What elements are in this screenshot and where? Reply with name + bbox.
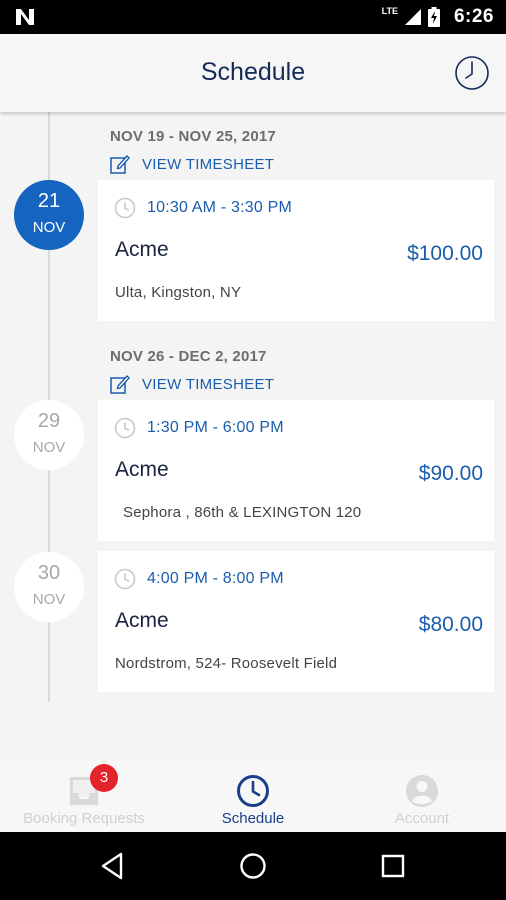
nav-booking-requests[interactable]: 3 Booking Requests xyxy=(0,760,168,832)
shift-amount: $80.00 xyxy=(418,613,483,636)
account-icon xyxy=(406,775,438,807)
clock-icon xyxy=(114,568,136,590)
page-title: Schedule xyxy=(200,58,306,86)
back-icon[interactable] xyxy=(97,850,129,882)
shift-location: Sephora , 86th & LEXINGTON 120 xyxy=(123,504,362,521)
shift-card[interactable]: 1:30 PM - 6:00 PM Acme $90.00 Sephora , … xyxy=(98,400,494,541)
schedule-list[interactable]: NOV 19 - NOV 25, 2017 VIEW TIMESHEET 21 … xyxy=(0,112,506,760)
nav-label: Schedule xyxy=(221,810,285,827)
date-day: 30 xyxy=(37,562,61,584)
recents-icon[interactable] xyxy=(377,850,409,882)
bottom-nav: 3 Booking Requests Schedule Account xyxy=(0,760,506,832)
shift-amount: $100.00 xyxy=(407,242,483,265)
date-month: NOV xyxy=(32,439,66,456)
clock-icon xyxy=(114,417,136,439)
app-bar: Schedule xyxy=(0,34,506,112)
date-circle[interactable]: 30 NOV xyxy=(14,552,84,622)
view-timesheet-label: VIEW TIMESHEET xyxy=(142,375,275,393)
home-icon[interactable] xyxy=(237,850,269,882)
network-type: LTE xyxy=(381,6,398,16)
nav-schedule[interactable]: Schedule xyxy=(168,760,338,832)
nav-label: Booking Requests xyxy=(23,810,145,827)
nav-account[interactable]: Account xyxy=(338,760,506,832)
date-day: 21 xyxy=(37,190,61,212)
shift-amount: $90.00 xyxy=(418,462,483,485)
shift-time: 1:30 PM - 6:00 PM xyxy=(147,419,284,436)
date-day: 29 xyxy=(37,410,61,432)
clock-time: 6:26 xyxy=(453,6,494,27)
notification-badge: 3 xyxy=(90,764,118,792)
system-nav-bar xyxy=(0,832,506,900)
week-range: NOV 26 - DEC 2, 2017 xyxy=(110,348,267,365)
shift-card[interactable]: 10:30 AM - 3:30 PM Acme $100.00 Ulta, Ki… xyxy=(98,180,494,321)
view-timesheet-link[interactable]: VIEW TIMESHEET xyxy=(110,154,274,174)
shift-time: 10:30 AM - 3:30 PM xyxy=(147,199,293,216)
view-timesheet-link[interactable]: VIEW TIMESHEET xyxy=(110,374,274,394)
clock-history-icon[interactable] xyxy=(454,55,490,91)
date-circle[interactable]: 29 NOV xyxy=(14,400,84,470)
week-range: NOV 19 - NOV 25, 2017 xyxy=(110,128,276,145)
shift-card[interactable]: 4:00 PM - 8:00 PM Acme $80.00 Nordstrom,… xyxy=(98,551,494,692)
edit-note-icon xyxy=(110,374,130,394)
signal-icon xyxy=(404,9,421,25)
shift-location: Nordstrom, 524- Roosevelt Field xyxy=(115,655,338,672)
view-timesheet-label: VIEW TIMESHEET xyxy=(142,155,275,173)
date-month: NOV xyxy=(32,219,66,236)
clock-icon xyxy=(114,197,136,219)
shift-location: Ulta, Kingston, NY xyxy=(115,284,242,301)
date-month: NOV xyxy=(32,591,66,608)
status-bar: LTE 6:26 xyxy=(0,0,506,34)
shift-time: 4:00 PM - 8:00 PM xyxy=(147,570,284,587)
notification-n-icon xyxy=(16,9,34,25)
date-circle[interactable]: 21 NOV xyxy=(14,180,84,250)
company-name: Acme xyxy=(115,458,169,481)
company-name: Acme xyxy=(115,609,169,632)
battery-charging-icon xyxy=(427,7,440,27)
edit-note-icon xyxy=(110,154,130,174)
company-name: Acme xyxy=(115,238,169,261)
nav-label: Account xyxy=(394,810,450,827)
clock-icon xyxy=(237,775,269,807)
